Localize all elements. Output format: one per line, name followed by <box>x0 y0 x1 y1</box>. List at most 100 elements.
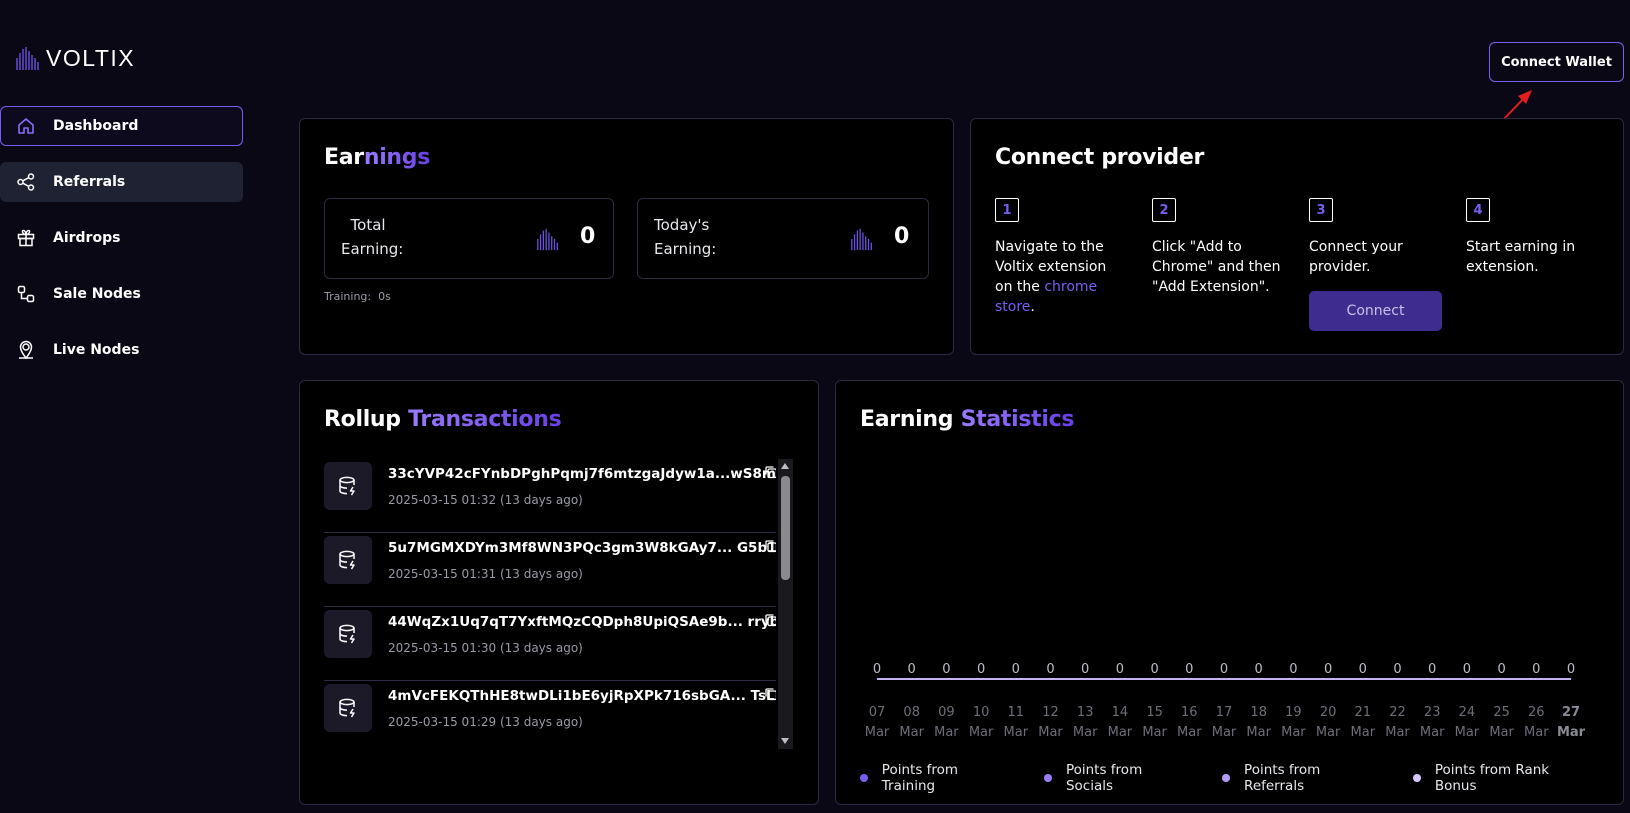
data-label: 0 <box>1359 662 1367 677</box>
voltix-coin-icon <box>851 228 872 251</box>
transaction-list[interactable]: 33cYVP42cFYnbDPghPqmj7f6mtzgaJdyw1a...wS… <box>324 459 776 739</box>
total-earning-value: 0 <box>580 224 596 249</box>
x-tick-label: Mar <box>1281 725 1306 740</box>
step-number-4: 4 <box>1466 198 1490 222</box>
share-icon <box>15 171 37 193</box>
data-label: 0 <box>908 662 916 677</box>
home-icon <box>15 115 37 137</box>
transaction-row[interactable]: 33cYVP42cFYnbDPghPqmj7f6mtzgaJdyw1a...wS… <box>324 459 776 533</box>
sidebar-item-label: Airdrops <box>53 230 121 246</box>
x-tick-label: 12 <box>1042 705 1059 720</box>
connect-wallet-button[interactable]: Connect Wallet <box>1489 42 1624 82</box>
x-tick-label: 20 <box>1320 705 1337 720</box>
x-tick-label: Mar <box>1038 725 1063 740</box>
transaction-time: 2025-03-15 01:31 (13 days ago) <box>388 567 583 581</box>
legend-dot <box>1413 774 1421 782</box>
sidebar-item-sale-nodes[interactable]: Sale Nodes <box>0 274 243 314</box>
transaction-time: 2025-03-15 01:30 (13 days ago) <box>388 641 583 655</box>
step-number-2: 2 <box>1152 198 1176 222</box>
transaction-time: 2025-03-15 01:29 (13 days ago) <box>388 715 583 729</box>
x-tick-label: Mar <box>1177 725 1202 740</box>
scroll-down-arrow-icon[interactable] <box>781 738 789 744</box>
earnings-title: Earnings <box>324 145 431 170</box>
x-tick-label: 11 <box>1008 705 1025 720</box>
step-text-1: Navigate to the Voltix extension on the … <box>995 239 1107 315</box>
data-label: 0 <box>1220 662 1228 677</box>
total-earning-box: Total Earning: 0 <box>324 198 614 279</box>
x-tick-label: 14 <box>1112 705 1129 720</box>
legend-dot <box>1044 774 1052 782</box>
transaction-row[interactable]: 4mVcFEKQThHE8twDLi1bE6yjRpXPk716sbGA... … <box>324 681 776 739</box>
x-tick-label: 16 <box>1181 705 1198 720</box>
brand-logo[interactable]: VOLTIX <box>14 44 135 72</box>
step-number-3: 3 <box>1309 198 1333 222</box>
x-tick-label: 08 <box>903 705 920 720</box>
transaction-row[interactable]: 5u7MGMXDYm3Mf8WN3PQc3gm3W8kGAy7... G5b1 … <box>324 533 776 607</box>
copy-icon[interactable] <box>764 613 776 627</box>
data-label: 0 <box>977 662 985 677</box>
voltix-logo-icon <box>16 47 39 70</box>
database-icon <box>324 536 372 584</box>
x-tick-label: 23 <box>1424 705 1441 720</box>
step-text-3: Connect your provider. <box>1309 239 1403 275</box>
x-tick-label: Mar <box>1142 725 1167 740</box>
data-label: 0 <box>1289 662 1297 677</box>
transaction-hash: 5u7MGMXDYm3Mf8WN3PQc3gm3W8kGAy7... G5b1 <box>388 540 776 556</box>
transaction-scrollbar[interactable] <box>778 459 793 749</box>
step-text-4: Start earning in extension. <box>1466 239 1576 275</box>
today-earning-label: Today's Earning: <box>654 216 717 258</box>
data-label: 0 <box>1081 662 1089 677</box>
connect-provider-button[interactable]: Connect <box>1309 291 1442 331</box>
data-label: 0 <box>1255 662 1263 677</box>
today-earning-value: 0 <box>894 224 910 249</box>
x-tick-label: Mar <box>1212 725 1237 740</box>
x-tick-label: Mar <box>1108 725 1133 740</box>
legend-item[interactable]: Points from Rank Bonus <box>1413 762 1591 794</box>
legend-dot <box>860 774 868 782</box>
sidebar-item-airdrops[interactable]: Airdrops <box>0 218 243 258</box>
scrollbar-thumb[interactable] <box>781 476 790 580</box>
x-tick-label: Mar <box>1385 725 1410 740</box>
transaction-row[interactable]: 44WqZx1Uq7qT7YxftMQzCQDph8UpiQSAe9b... r… <box>324 607 776 681</box>
data-label: 0 <box>1463 662 1471 677</box>
x-tick-label: 13 <box>1077 705 1094 720</box>
x-tick-label: Mar <box>899 725 924 740</box>
legend-item[interactable]: Points from Socials <box>1044 762 1190 794</box>
x-tick-label: 25 <box>1493 705 1510 720</box>
legend-item[interactable]: Points from Training <box>860 762 1012 794</box>
data-label: 0 <box>1324 662 1332 677</box>
copy-icon[interactable] <box>764 465 776 479</box>
sidebar-item-label: Live Nodes <box>53 342 140 358</box>
total-earning-label: Total Earning: <box>341 216 404 258</box>
database-icon <box>324 684 372 732</box>
sidebar-item-live-nodes[interactable]: Live Nodes <box>0 330 243 370</box>
data-label: 0 <box>1567 662 1575 677</box>
rollup-transactions-title: Rollup Transactions <box>324 407 562 432</box>
sidebar-item-label: Sale Nodes <box>53 286 141 302</box>
x-tick-label: 24 <box>1459 705 1476 720</box>
chart-legend: Points from Training Points from Socials… <box>860 762 1623 794</box>
gift-icon <box>15 227 37 249</box>
rollup-transactions-card: Rollup Transactions 33cYVP42cFYnbDPghPqm… <box>299 380 819 805</box>
data-label: 0 <box>873 662 881 677</box>
transaction-hash: 44WqZx1Uq7qT7YxftMQzCQDph8UpiQSAe9b... r… <box>388 614 776 630</box>
scroll-up-arrow-icon[interactable] <box>781 463 789 469</box>
x-tick-label: 27 <box>1562 705 1580 720</box>
x-tick-label: 17 <box>1216 705 1233 720</box>
legend-dot <box>1222 774 1231 782</box>
x-tick-label: Mar <box>934 725 959 740</box>
copy-icon[interactable] <box>764 687 776 701</box>
sidebar-item-label: Dashboard <box>53 118 139 134</box>
today-earning-box: Today's Earning: 0 <box>637 198 929 279</box>
x-tick-label: Mar <box>1316 725 1341 740</box>
x-tick-label: Mar <box>1420 725 1445 740</box>
copy-icon[interactable] <box>764 539 776 553</box>
sidebar-item-referrals[interactable]: Referrals <box>0 162 243 202</box>
legend-item[interactable]: Points from Referrals <box>1222 762 1381 794</box>
sidebar-item-label: Referrals <box>53 174 126 190</box>
x-tick-label: Mar <box>1524 725 1549 740</box>
data-label: 0 <box>1150 662 1158 677</box>
transaction-hash: 4mVcFEKQThHE8twDLi1bE6yjRpXPk716sbGA... … <box>388 688 776 704</box>
step-text-2: Click "Add to Chrome" and then "Add Exte… <box>1152 239 1281 295</box>
sidebar-item-dashboard[interactable]: Dashboard <box>0 106 243 146</box>
